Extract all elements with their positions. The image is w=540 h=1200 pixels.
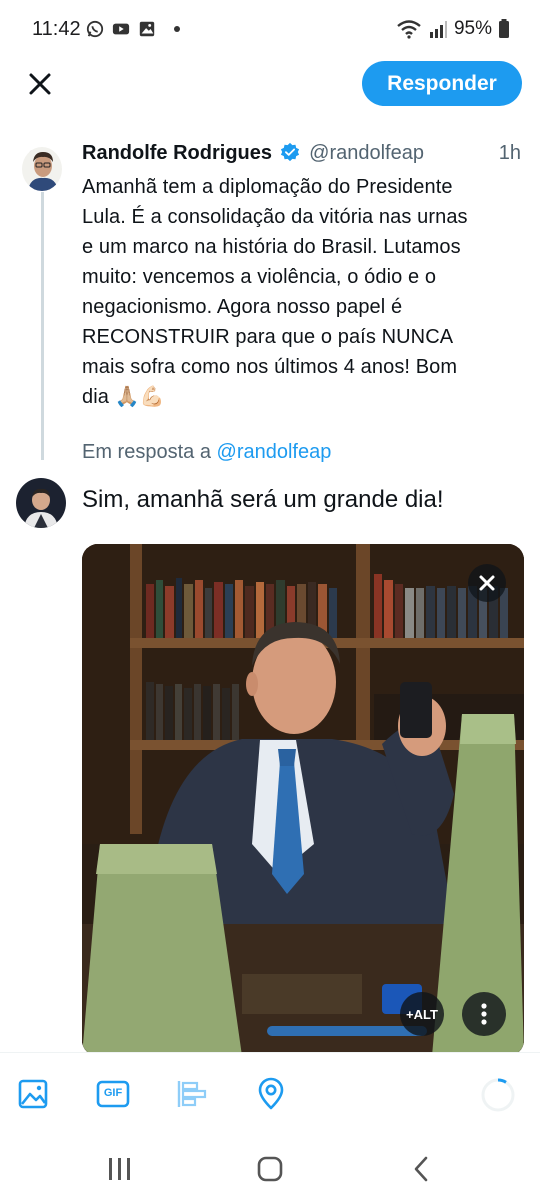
- whatsapp-icon: [86, 20, 104, 38]
- signal-icon: [429, 21, 447, 38]
- gif-button[interactable]: GIF: [96, 1077, 130, 1111]
- notification-icons: [86, 20, 180, 38]
- more-vertical-icon: [481, 1003, 487, 1025]
- remove-attachment-button[interactable]: [468, 564, 506, 602]
- gallery-icon: [139, 21, 155, 37]
- system-indicators: 95%: [396, 18, 510, 40]
- tweet-text-line: negacionismo. Agora nosso papel é: [82, 296, 403, 318]
- gif-label: GIF: [103, 1087, 123, 1099]
- recent-apps-icon[interactable]: [100, 1152, 140, 1186]
- replying-to-prefix: Em resposta a: [82, 441, 211, 463]
- tweet-text-line: muito: vencemos a violência, o ódio e o: [82, 266, 437, 288]
- thread-connector-line: [41, 192, 44, 460]
- attachment-more-button[interactable]: [462, 992, 506, 1036]
- add-alt-text-button[interactable]: +ALT: [400, 992, 444, 1036]
- wifi-icon: [397, 20, 421, 39]
- battery-percent: 95%: [453, 18, 492, 39]
- replying-to-line: Em resposta a @randolfeap: [82, 441, 331, 464]
- replying-to-handle[interactable]: @randolfeap: [217, 441, 332, 463]
- battery-icon: [499, 19, 509, 38]
- tweet-text-line: e um marco na história do Brasil. Lutamo…: [82, 236, 461, 258]
- location-icon[interactable]: [254, 1077, 288, 1111]
- tweet-text-line: Amanhã tem a diplomação do Presidente: [82, 176, 453, 198]
- attached-photo: [82, 544, 524, 1056]
- poll-icon[interactable]: [174, 1077, 208, 1111]
- youtube-icon: [112, 23, 130, 35]
- image-icon[interactable]: [16, 1077, 50, 1111]
- home-icon[interactable]: [250, 1152, 290, 1186]
- close-icon: [479, 575, 495, 591]
- tweet-timestamp: 1h: [498, 142, 521, 164]
- reply-input[interactable]: Sim, amanhã será um grande dia!: [82, 486, 444, 514]
- author-name[interactable]: Randolfe Rodrigues: [82, 142, 272, 164]
- close-icon[interactable]: [22, 66, 58, 102]
- compose-toolbar: GIF: [0, 1052, 540, 1138]
- compose-reply-screen: 11:42 95% Responder Randolfe Rodrigues @…: [0, 0, 540, 1200]
- character-counter: [481, 1078, 515, 1112]
- image-attachment[interactable]: +ALT: [82, 544, 524, 1056]
- tweet-text-line: Lula. É a consolidação da vitória nas ur…: [82, 206, 468, 228]
- back-icon[interactable]: [402, 1152, 442, 1186]
- tweet-text-line: dia 🙏🏼💪🏻: [82, 386, 165, 408]
- tweet-header: Randolfe Rodrigues @randolfeap 1h: [82, 142, 527, 170]
- tweet-text-line: mais sofra como nos últimos 4 anos! Bom: [82, 356, 458, 378]
- status-bar: 11:42 95%: [0, 0, 540, 60]
- author-avatar[interactable]: [22, 147, 62, 191]
- tweet-text-line: RECONSTRUIR para que o país NUNCA: [82, 326, 454, 348]
- status-time: 11:42: [32, 18, 81, 40]
- reply-button[interactable]: Responder: [362, 61, 522, 106]
- user-avatar[interactable]: [16, 478, 66, 528]
- tweet-text: Amanhã tem a diplomação do Presidente Lu…: [82, 172, 527, 412]
- notification-dot: [174, 26, 180, 32]
- verified-badge-icon: [280, 142, 299, 162]
- system-navigation-bar: [0, 1138, 540, 1200]
- author-handle[interactable]: @randolfeap: [309, 142, 424, 164]
